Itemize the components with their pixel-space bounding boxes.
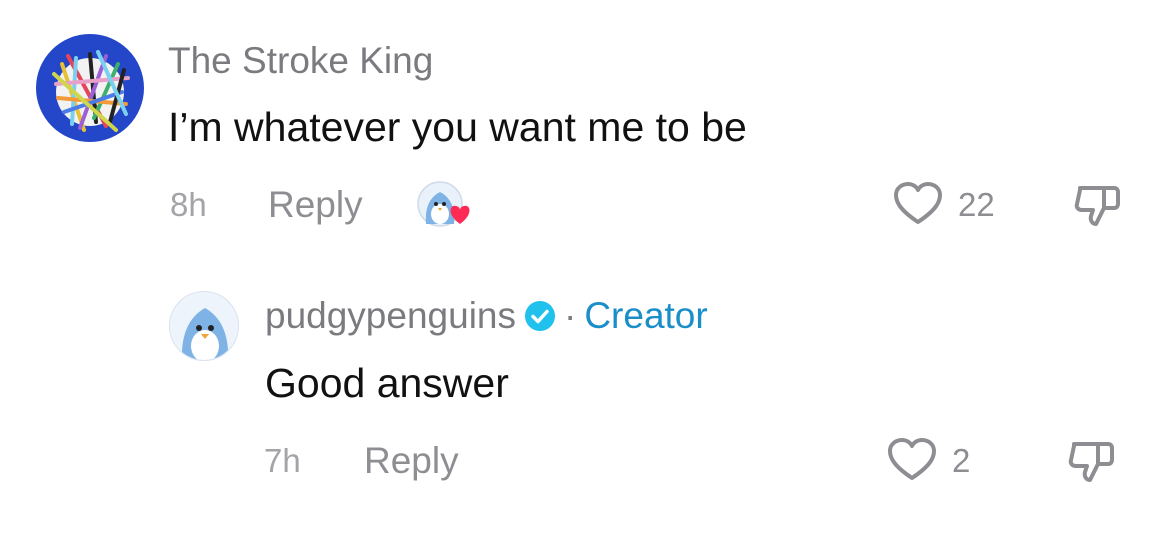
reply-button[interactable]: Reply bbox=[364, 439, 459, 483]
like-button[interactable] bbox=[886, 436, 938, 484]
like-count: 2 bbox=[952, 442, 971, 479]
heart-outline-icon bbox=[888, 438, 936, 480]
penguin-heart-icon bbox=[416, 180, 476, 232]
thumbs-down-icon bbox=[1074, 186, 1120, 226]
penguin-avatar bbox=[181, 308, 229, 360]
scribble-art-avatar bbox=[36, 34, 144, 142]
comment-timestamp: 7h bbox=[264, 442, 301, 479]
badge-separator: · bbox=[564, 295, 577, 336]
thumbs-down-icon bbox=[1068, 442, 1114, 482]
dislike-button[interactable] bbox=[1072, 180, 1124, 232]
comment-username[interactable]: pudgypenguins bbox=[265, 294, 516, 338]
comment-username[interactable]: The Stroke King bbox=[168, 39, 433, 83]
comment-timestamp: 8h bbox=[170, 186, 207, 223]
like-count: 22 bbox=[958, 186, 995, 223]
heart-outline-icon bbox=[894, 182, 942, 224]
user-avatar[interactable] bbox=[36, 34, 144, 142]
reply-button[interactable]: Reply bbox=[268, 183, 363, 227]
comment-text: Good answer bbox=[265, 360, 509, 406]
creator-badge: Creator bbox=[584, 295, 708, 336]
dislike-button[interactable] bbox=[1066, 436, 1118, 488]
user-avatar[interactable] bbox=[169, 291, 239, 361]
comment-text: I’m whatever you want me to be bbox=[168, 104, 747, 150]
username-row: pudgypenguins · Creator bbox=[265, 294, 708, 338]
verified-badge-icon bbox=[524, 300, 556, 332]
like-button[interactable] bbox=[892, 180, 944, 228]
